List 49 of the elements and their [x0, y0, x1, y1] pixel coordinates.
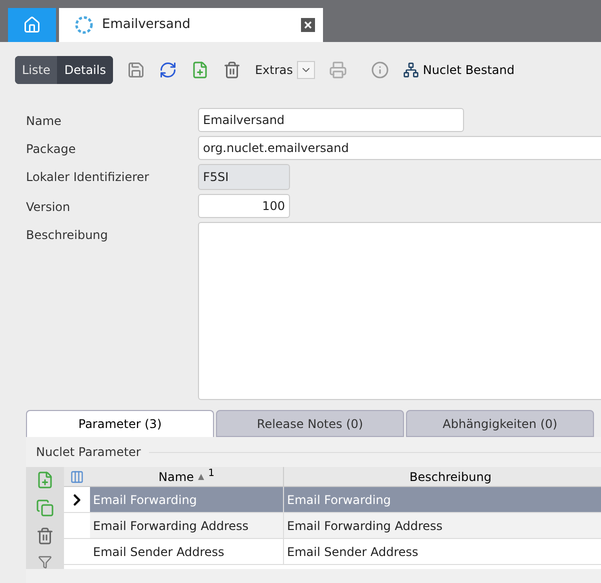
delete-row-icon[interactable] — [36, 527, 54, 545]
delete-icon[interactable] — [222, 61, 241, 79]
network-icon — [402, 62, 419, 78]
field-label: Name — [26, 113, 62, 130]
refresh-icon[interactable] — [158, 61, 177, 79]
table-row[interactable]: Email Forwarding Address Email Forwarding Address — [64, 513, 601, 539]
extras-label[interactable]: Extras — [254, 61, 293, 79]
document-tab[interactable]: Emailversand — [59, 8, 323, 42]
description-field[interactable] — [198, 222, 601, 400]
table-row[interactable]: Email Sender Address Email Sender Address — [64, 539, 601, 565]
print-icon[interactable] — [328, 61, 347, 79]
sort-index: 1 — [208, 467, 214, 481]
column-header[interactable]: Name ▲ 1 — [90, 467, 284, 486]
columns-icon[interactable] — [70, 470, 84, 484]
view-tab[interactable]: Liste — [15, 56, 58, 84]
field-label: Package — [26, 141, 77, 158]
add-row-icon[interactable] — [36, 471, 54, 489]
column-header[interactable]: Beschreibung — [284, 467, 601, 486]
input-field[interactable]: org.nuclet.emailversand — [198, 136, 601, 160]
table-cell-text: Email Forwarding — [286, 492, 392, 508]
field-label: Beschreibung — [26, 227, 109, 244]
filter-icon[interactable] — [38, 555, 52, 569]
section-tab[interactable]: Abhängigkeiten (0) — [406, 410, 594, 437]
tab-title: Emailversand — [102, 16, 192, 34]
table-cell-text: Email Forwarding Address — [286, 518, 444, 534]
home-icon — [23, 16, 41, 34]
input-field[interactable]: Emailversand — [198, 108, 464, 132]
table-cell: Email Forwarding Address — [90, 513, 284, 538]
sort-indicator: ▲ — [198, 470, 204, 482]
save-icon[interactable] — [126, 61, 145, 79]
close-icon[interactable] — [301, 18, 315, 32]
field-label: Version — [26, 199, 72, 216]
extras-dropdown[interactable] — [296, 61, 315, 79]
table-cell: Email Sender Address — [90, 539, 284, 564]
section-tab[interactable]: Parameter (3) — [26, 410, 214, 437]
table-cell: Email Forwarding — [90, 487, 284, 512]
copy-row-icon[interactable] — [36, 499, 54, 517]
info-icon[interactable] — [370, 61, 389, 79]
nuclet-button[interactable]: Nuclet Bestand — [402, 61, 514, 79]
loading-ring-icon — [74, 15, 94, 35]
table-cell-text: Email Sender Address — [286, 544, 420, 560]
input-field[interactable]: 100 — [198, 194, 290, 218]
view-tab[interactable]: Details — [57, 56, 113, 84]
field-label: Lokaler Identifizierer — [26, 169, 150, 186]
group-title: Nuclet Parameter — [36, 444, 141, 461]
section-tab[interactable]: Release Notes (0) — [216, 410, 404, 437]
home-tab[interactable] — [8, 8, 56, 42]
new-document-icon[interactable] — [190, 61, 209, 79]
input-field[interactable]: F5SI — [198, 164, 290, 190]
